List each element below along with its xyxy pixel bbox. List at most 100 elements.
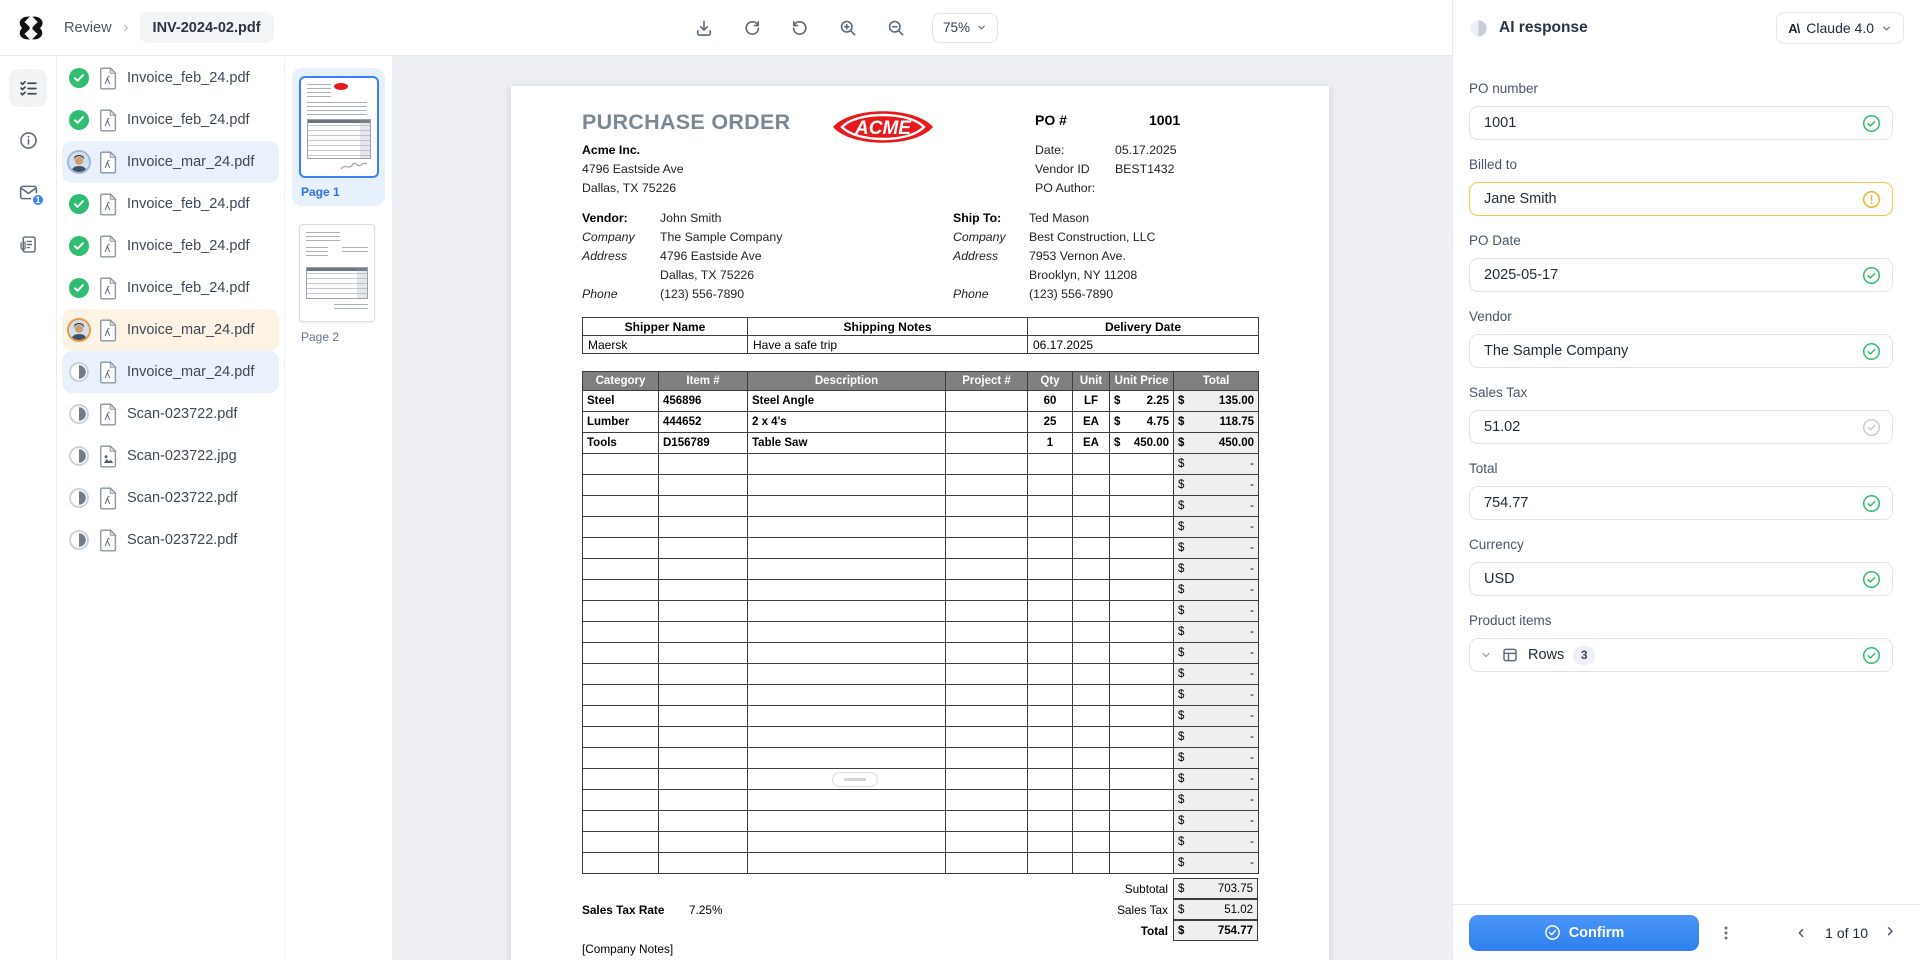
cell: Item #: [658, 371, 748, 391]
addr-value: 7953 Vernon Ave.: [1029, 249, 1126, 263]
cell: $ -: [1173, 705, 1259, 727]
field-label: Product items: [1469, 613, 1552, 628]
field-input[interactable]: 1001: [1469, 106, 1893, 140]
check-done-icon: [69, 236, 89, 256]
status-icon: [69, 152, 89, 172]
field-input[interactable]: 51.02: [1469, 410, 1893, 444]
cell: 06.17.2025: [1027, 335, 1259, 354]
file-type-icon: ʎ: [98, 66, 118, 90]
cell: Delivery Date: [1027, 317, 1259, 336]
download-button[interactable]: [692, 16, 716, 40]
po-item-row-empty: $ -: [582, 810, 1259, 832]
cell: 2 x 4's: [747, 411, 946, 433]
main-row: 1 ʎ Invoice_feb_24.pdf ʎ Invoice_feb_24.…: [0, 56, 1452, 960]
field-label: PO Date: [1469, 233, 1521, 248]
rail-item-review-list[interactable]: [9, 69, 47, 107]
model-select[interactable]: A\ Claude 4.0: [1776, 12, 1904, 44]
addr-value: Brooklyn, NY 11208: [1029, 268, 1138, 282]
summary-value: $754.77: [1173, 920, 1258, 941]
status-icon: [69, 194, 89, 214]
confirm-button[interactable]: Confirm: [1469, 914, 1699, 951]
field-input[interactable]: The Sample Company: [1469, 334, 1893, 368]
list-item[interactable]: ʎ Invoice_mar_24.pdf: [62, 141, 279, 183]
field-status-icon: [1862, 342, 1881, 361]
pdf-file-icon: ʎ: [99, 66, 117, 90]
list-item[interactable]: Scan-023722.jpg: [62, 435, 279, 477]
cell: $118.75: [1173, 411, 1259, 433]
cell: $ -: [1173, 663, 1259, 685]
list-item[interactable]: ʎ Invoice_feb_24.pdf: [62, 99, 279, 141]
field-value: 2025-05-17: [1484, 267, 1559, 283]
product-items-row[interactable]: Rows 3: [1469, 638, 1893, 672]
status-ok-icon: [1862, 494, 1881, 513]
list-item[interactable]: ʎ Scan-023722.pdf: [62, 519, 279, 561]
chevron-down-icon: [1883, 26, 1890, 30]
addr-value: (123) 556-7890: [660, 287, 745, 301]
file-type-icon: ʎ: [98, 276, 118, 300]
po-items-table: Category Item # Description Project # Qty Uni…: [582, 371, 1259, 874]
rotate-clockwise-button[interactable]: [740, 16, 764, 40]
list-item[interactable]: ʎ Scan-023722.pdf: [62, 477, 279, 519]
rail-item-info[interactable]: [9, 121, 47, 159]
status-ok-icon: [1862, 266, 1881, 285]
next-page-button[interactable]: [1880, 921, 1904, 945]
po-item-row-empty: $ -: [582, 600, 1259, 622]
ai-response-panel: AI response A\ Claude 4.0 PO number 1001…: [1452, 0, 1920, 960]
pdf-file-icon: ʎ: [99, 108, 117, 132]
po-item-row: Lumber 444652 2 x 4's 25 EA $4.75 $118.75: [582, 411, 1259, 433]
summary-label: Sales Tax: [1117, 902, 1168, 917]
svg-text:ʎ: ʎ: [104, 75, 110, 87]
file-name: Scan-023722.pdf: [127, 490, 238, 506]
rows-count-badge: 3: [1573, 645, 1596, 665]
list-item[interactable]: ʎ Invoice_feb_24.pdf: [62, 57, 279, 99]
page-drag-handle[interactable]: [832, 772, 878, 787]
list-item[interactable]: ʎ Invoice_feb_24.pdf: [62, 267, 279, 309]
po-meta-labels: Date: Vendor ID PO Author:: [1035, 141, 1095, 198]
current-file-chip[interactable]: INV-2024-02.pdf: [139, 12, 274, 43]
cell: D156789: [658, 432, 748, 454]
zoom-level-value: 75%: [943, 20, 971, 35]
meta-value: BEST1432: [1115, 162, 1175, 176]
field-input[interactable]: Jane Smith: [1469, 182, 1893, 216]
thumbnail-page-1[interactable]: Page 1: [292, 68, 385, 206]
status-icon: [69, 530, 89, 550]
svg-text:ACME: ACME: [854, 118, 912, 139]
field-input[interactable]: 2025-05-17: [1469, 258, 1893, 292]
more-options-button[interactable]: [1712, 919, 1740, 947]
zoom-level-select[interactable]: 75%: [932, 12, 999, 43]
field-group: PO Date 2025-05-17: [1469, 233, 1893, 292]
cell: $ -: [1173, 495, 1259, 517]
anthropic-logo-icon: A\: [1788, 20, 1800, 36]
zoom-in-button[interactable]: [836, 16, 860, 40]
addr-label: [953, 266, 1006, 285]
list-item[interactable]: ʎ Invoice_feb_24.pdf: [62, 183, 279, 225]
addr-value: (123) 556-7890: [1029, 287, 1114, 301]
status-ok-icon: [1862, 570, 1881, 589]
field-input[interactable]: 754.77: [1469, 486, 1893, 520]
list-item[interactable]: ʎ Invoice_mar_24.pdf: [62, 351, 279, 393]
list-item[interactable]: ʎ Invoice_mar_24.pdf: [62, 309, 279, 351]
cell: $2.25: [1109, 390, 1174, 412]
previous-page-button[interactable]: [1789, 921, 1813, 945]
acme-logo: ACME: [833, 111, 933, 143]
document-paperclip-icon: [19, 235, 36, 253]
rotate-counterclockwise-button[interactable]: [788, 16, 812, 40]
field-input[interactable]: USD: [1469, 562, 1893, 596]
checklist-icon: [19, 80, 37, 96]
field-value: Jane Smith: [1484, 191, 1557, 207]
list-item[interactable]: ʎ Invoice_feb_24.pdf: [62, 225, 279, 267]
from-address2: Dallas, TX 75226: [582, 181, 677, 195]
rail-item-attachments[interactable]: [9, 225, 47, 263]
field-label: Currency: [1469, 537, 1524, 552]
svg-text:ʎ: ʎ: [104, 537, 110, 549]
zoom-out-button[interactable]: [884, 16, 908, 40]
cell: 1: [1027, 432, 1073, 454]
thumbnail-page-2[interactable]: Page 2: [299, 224, 392, 344]
addr-label: Address: [953, 249, 999, 263]
breadcrumb[interactable]: Review: [64, 20, 112, 36]
po-item-row-empty: $ -: [582, 705, 1259, 727]
rail-item-messages[interactable]: 1: [9, 173, 47, 211]
cell: Tools: [582, 432, 659, 454]
list-item[interactable]: ʎ Scan-023722.pdf: [62, 393, 279, 435]
status-neutral-icon: [1862, 418, 1881, 437]
